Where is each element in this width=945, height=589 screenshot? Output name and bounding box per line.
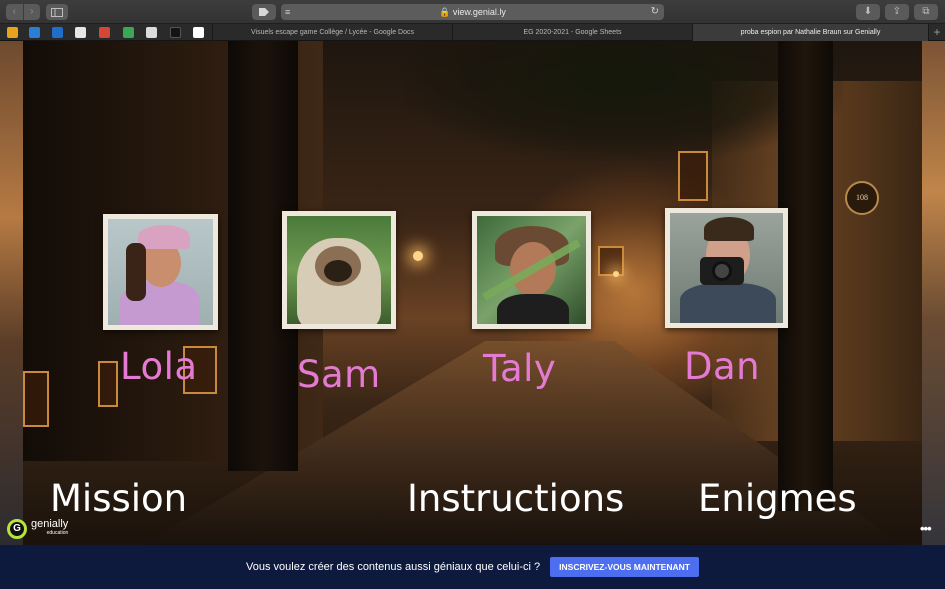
sidebar-icon xyxy=(51,8,63,17)
character-card-lola[interactable] xyxy=(103,214,218,330)
genially-g-icon: G xyxy=(7,519,27,539)
bookmark-favicon[interactable] xyxy=(146,27,157,38)
new-tab-button[interactable]: + xyxy=(928,24,945,41)
character-name-lola: Lola xyxy=(120,345,198,388)
show-tabs-button[interactable]: ⧉ xyxy=(914,4,938,20)
history-nav: ‹ › xyxy=(6,4,40,20)
url-text: 🔒 view.genial.ly xyxy=(439,7,506,17)
hotel-sign: 108 xyxy=(845,181,879,215)
forward-button[interactable]: › xyxy=(22,4,41,20)
address-bar[interactable]: ≡ 🔒 view.genial.ly ↻ xyxy=(281,4,664,20)
tab-google-sheets[interactable]: EG 2020-2021 - Google Sheets xyxy=(452,24,692,41)
lola-photo xyxy=(108,219,213,325)
share-button[interactable]: ⇪ xyxy=(885,4,909,20)
genially-logo[interactable]: G genially education xyxy=(7,518,68,540)
sam-photo xyxy=(287,216,391,324)
reload-icon[interactable]: ↻ xyxy=(651,4,659,20)
character-name-dan: Dan xyxy=(684,345,761,388)
tab-google-docs[interactable]: Visuels escape game Collège / Lycée - Go… xyxy=(212,24,452,41)
banner-message: Vous voulez créer des contenus aussi gén… xyxy=(246,561,541,573)
bookmark-favicon[interactable] xyxy=(75,27,86,38)
more-options-icon[interactable]: ••• xyxy=(920,521,932,536)
character-card-dan[interactable] xyxy=(665,208,788,328)
character-name-sam: Sam xyxy=(297,353,381,396)
tabs-icon: ⧉ xyxy=(922,6,930,17)
background-edge-right xyxy=(922,41,945,545)
bookmark-drive-icon[interactable] xyxy=(123,27,134,38)
instructions-link[interactable]: Instructions xyxy=(407,477,624,520)
character-name-taly: Taly xyxy=(483,347,557,390)
signup-button[interactable]: INSCRIVEZ-VOUS MAINTENANT xyxy=(550,557,699,577)
sidebar-button[interactable] xyxy=(46,4,68,20)
character-card-sam[interactable] xyxy=(282,211,396,329)
taly-photo xyxy=(477,216,586,324)
bookmark-google-icon[interactable] xyxy=(193,27,204,38)
browser-toolbar: ‹ › ≡ 🔒 view.genial.ly ↻ ⬇ ⇪ ⧉ xyxy=(0,0,945,24)
dan-photo xyxy=(670,213,783,323)
mission-link[interactable]: Mission xyxy=(50,477,187,520)
bookmark-gmail-icon[interactable] xyxy=(99,27,110,38)
download-button[interactable]: ⬇ xyxy=(856,4,880,20)
bookmark-favicon[interactable] xyxy=(7,27,18,38)
tag-button[interactable] xyxy=(252,4,276,20)
bookmark-favicon[interactable] xyxy=(170,27,181,38)
bookmark-outlook-icon[interactable] xyxy=(52,27,63,38)
signup-banner: Vous voulez créer des contenus aussi gén… xyxy=(0,545,945,589)
download-icon: ⬇ xyxy=(863,6,873,17)
tab-genially[interactable]: proba espion par Nathalie Braun sur Geni… xyxy=(692,24,928,41)
tag-icon xyxy=(259,8,269,16)
enigmes-link[interactable]: Enigmes xyxy=(698,477,857,520)
back-button[interactable]: ‹ xyxy=(6,4,23,20)
background-edge-left xyxy=(0,41,23,545)
genially-presentation: 108 Lola Sam Taly Dan Mission Instructio… xyxy=(0,41,945,545)
character-card-taly[interactable] xyxy=(472,211,591,329)
lock-icon: 🔒 xyxy=(439,7,451,17)
bookmark-favicon[interactable] xyxy=(29,27,40,38)
tab-bar: Visuels escape game Collège / Lycée - Go… xyxy=(0,24,945,41)
share-icon: ⇪ xyxy=(892,6,902,17)
